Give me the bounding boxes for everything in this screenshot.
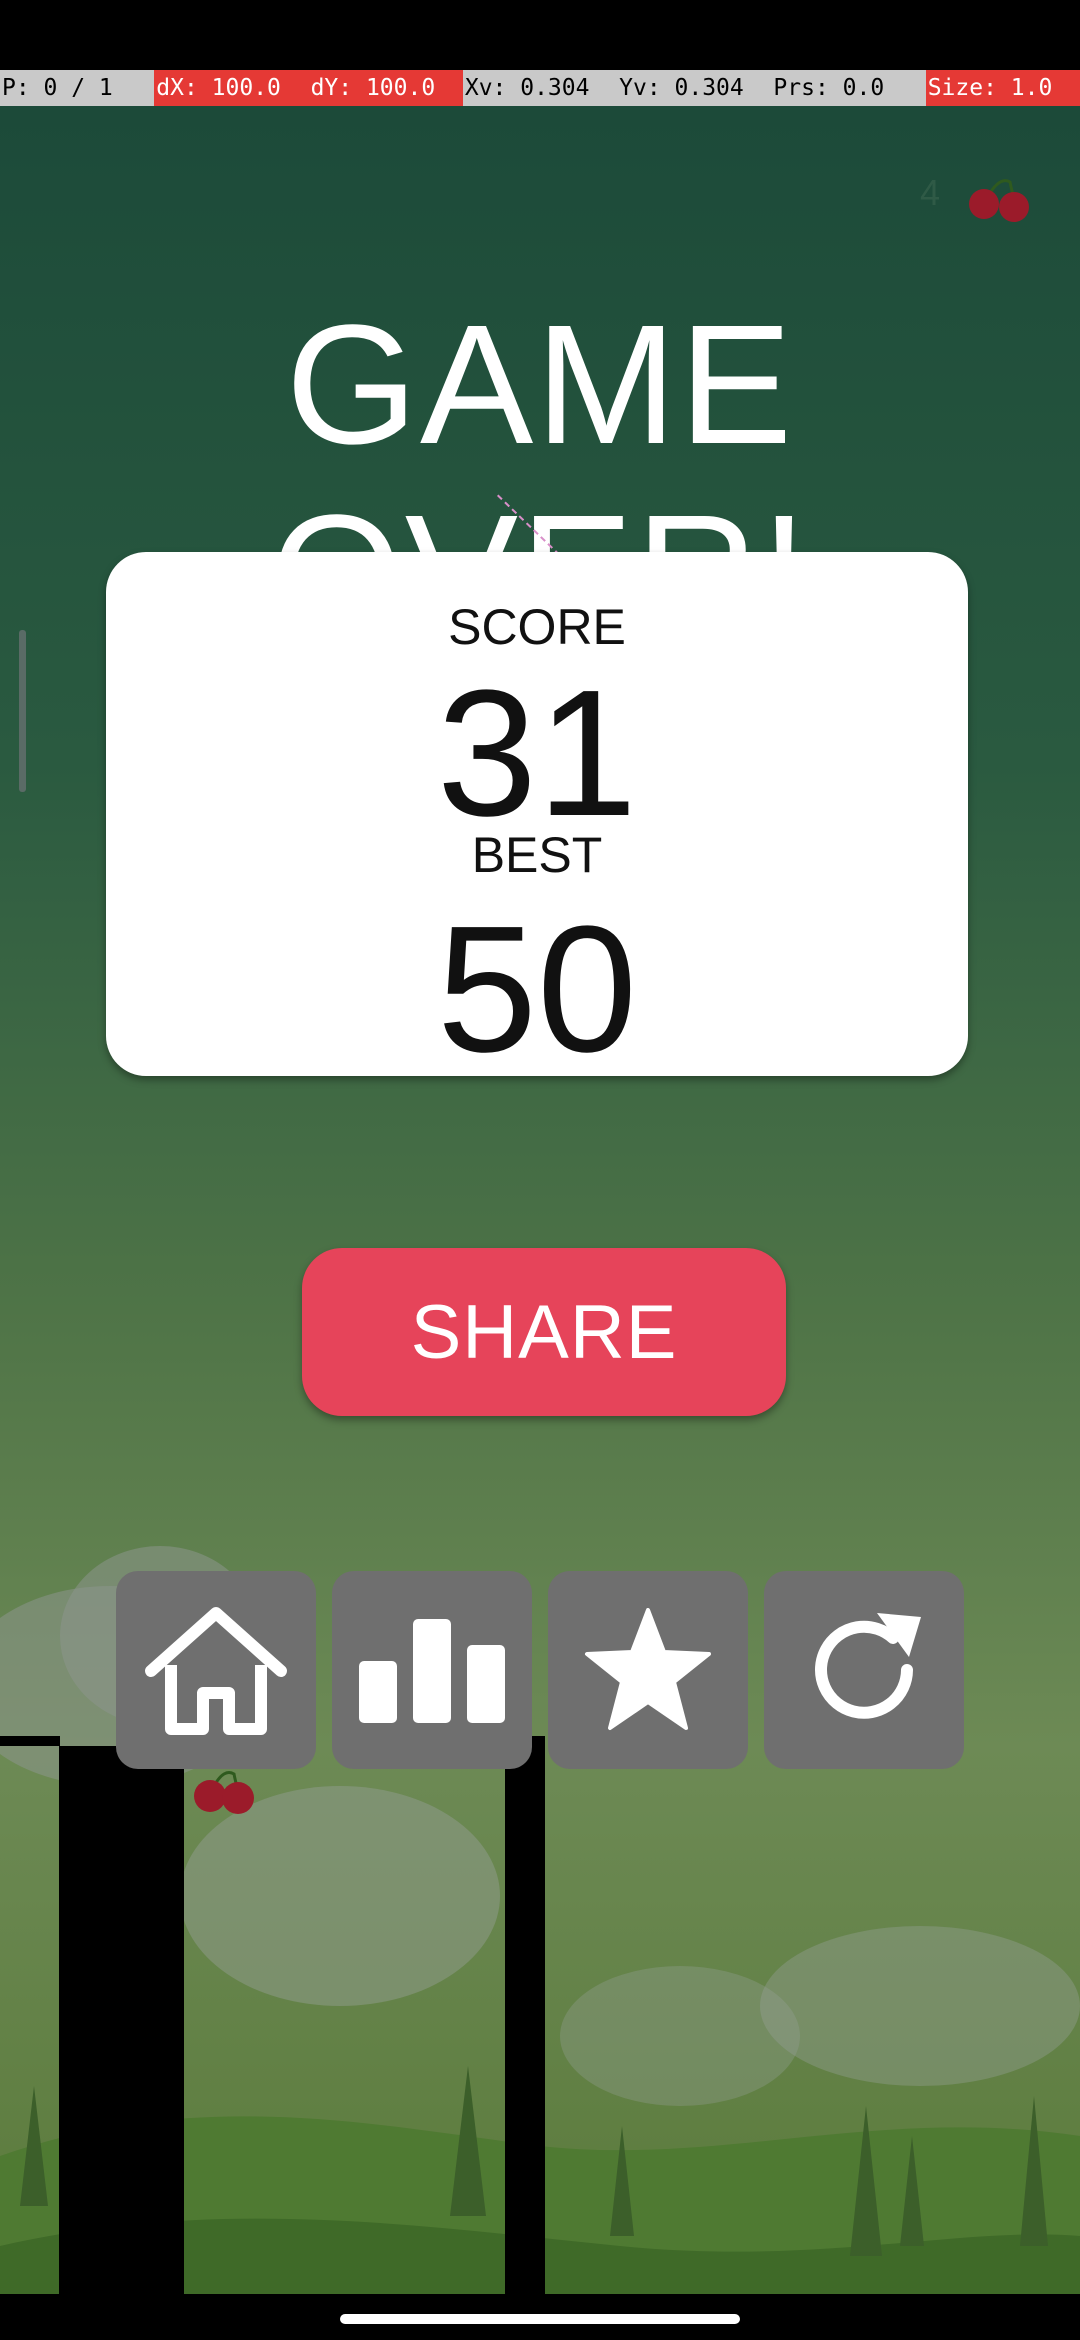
share-button[interactable]: SHARE [302,1248,786,1416]
home-indicator[interactable] [340,2314,740,2324]
home-icon [145,1607,287,1735]
debug-dy: dY: 100.0 [308,70,463,106]
restart-button[interactable] [764,1571,964,1769]
debug-size: Size: 1.0 [925,70,1080,106]
score-label: SCORE [448,599,626,655]
best-value: 50 [436,889,638,1090]
cloud [180,1786,500,2006]
debug-xv: Xv: 0.304 [462,70,618,106]
debug-yv: Yv: 0.304 [617,70,772,106]
score-value: 31 [436,653,638,854]
restart-icon [815,1613,921,1719]
best-label: BEST [471,827,603,883]
status-bar [0,0,1080,70]
platform-edge [0,1736,60,1746]
home-button[interactable] [116,1571,316,1769]
pillar [59,1746,184,2294]
leaderboard-icon [359,1619,505,1723]
cherry-count: 4 [919,172,940,213]
rate-button[interactable] [548,1571,748,1769]
pointer-debug-overlay: P: 0 / 1 dX: 100.0 dY: 100.0 Xv: 0.304 Y… [0,70,1080,106]
debug-dx: dX: 100.0 [154,70,309,106]
leaderboard-button[interactable] [332,1571,532,1769]
debug-pointer: P: 0 / 1 [0,70,155,106]
debug-prs: Prs: 0.0 [771,70,926,106]
cherry-icon [969,179,1029,222]
cherry-icon [194,1771,254,1814]
pillar [505,1736,545,2294]
score-card: SCORE 31 BEST 50 [106,552,968,1080]
star-icon [585,1608,711,1730]
